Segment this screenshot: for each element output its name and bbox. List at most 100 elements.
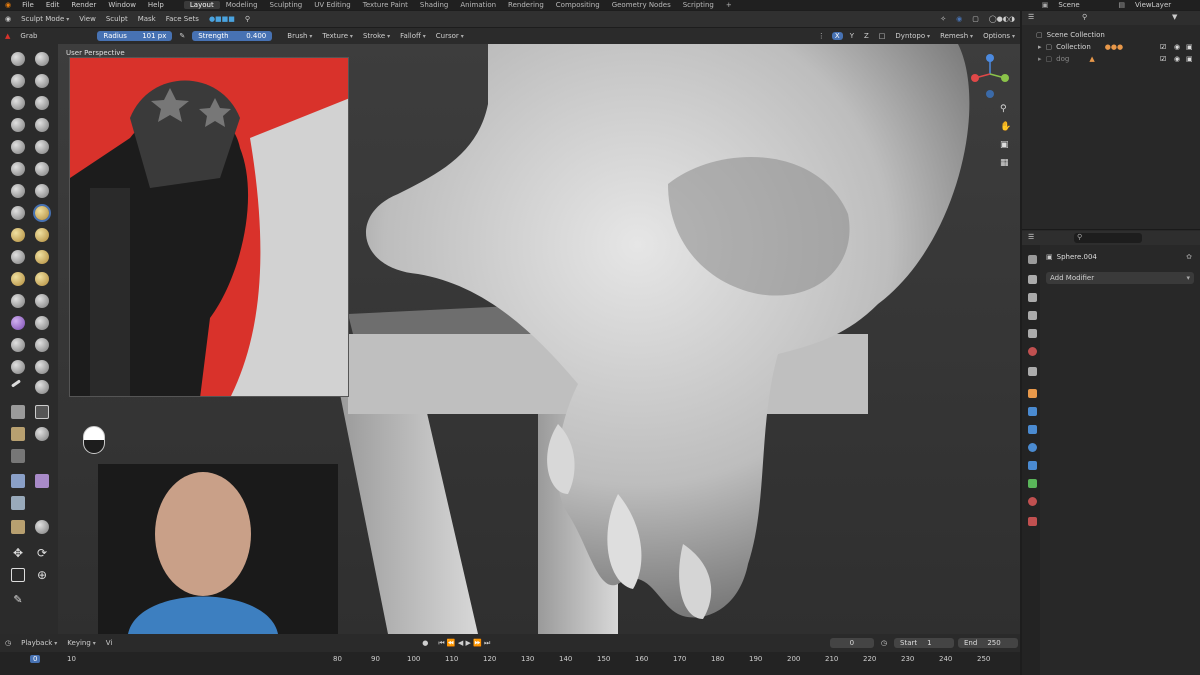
playback-menu[interactable]: Playback bbox=[16, 638, 62, 648]
symmetry-icon[interactable]: ⋮ bbox=[813, 31, 830, 41]
draw-sharp-brush-icon[interactable] bbox=[35, 52, 49, 66]
tab-layout[interactable]: Layout bbox=[183, 1, 220, 9]
xray-icon[interactable]: ▢ bbox=[967, 14, 984, 24]
camera-icon[interactable]: ▣ bbox=[1000, 140, 1009, 150]
box-hide-icon[interactable] bbox=[35, 405, 49, 419]
view-layer-name[interactable]: ViewLayer bbox=[1130, 0, 1200, 10]
axis-z-toggle[interactable]: Z bbox=[859, 31, 874, 41]
tab-rendering[interactable]: Rendering bbox=[502, 1, 550, 9]
radius-field[interactable]: Radius 101 px bbox=[97, 31, 173, 41]
outliner-scene-collection[interactable]: ▢ Scene Collection bbox=[1022, 29, 1200, 40]
tab-shading[interactable]: Shading bbox=[414, 1, 454, 9]
frame-marker[interactable]: 0 bbox=[30, 655, 41, 663]
smear-brush-icon[interactable] bbox=[35, 380, 49, 394]
tab-animation[interactable]: Animation bbox=[454, 1, 502, 9]
mesh-filter-icon[interactable] bbox=[11, 474, 25, 488]
shading-modes-icon[interactable]: ◯●◐◑ bbox=[984, 14, 1020, 24]
rotate-brush-icon[interactable] bbox=[35, 272, 49, 286]
cloth-filter-icon[interactable] bbox=[35, 474, 49, 488]
move-tool-icon[interactable]: ✥ bbox=[11, 546, 25, 560]
start-frame-field[interactable]: Start 1 bbox=[894, 638, 954, 648]
multires-displacement-smear-icon[interactable] bbox=[35, 360, 49, 374]
draw-brush-icon[interactable] bbox=[11, 52, 25, 66]
tab-geometry-nodes[interactable]: Geometry Nodes bbox=[606, 1, 677, 9]
object-tab-icon[interactable] bbox=[1028, 389, 1037, 398]
dog-checkbox[interactable]: ☑ bbox=[1160, 55, 1166, 63]
dyntopo-menu[interactable]: Dyntopo bbox=[890, 31, 935, 41]
inflate-brush-icon[interactable] bbox=[11, 118, 25, 132]
collection-camera-icon[interactable]: ▣ bbox=[1186, 43, 1193, 51]
axis-y-toggle[interactable]: Y bbox=[845, 31, 859, 41]
particles-tab-icon[interactable] bbox=[1028, 425, 1037, 434]
box-mask-icon[interactable] bbox=[11, 405, 25, 419]
menu-falloff[interactable]: Falloff bbox=[395, 31, 431, 41]
view-layer-tab-icon[interactable] bbox=[1028, 311, 1037, 320]
world-tab-icon[interactable] bbox=[1028, 347, 1037, 356]
output-tab-icon[interactable] bbox=[1028, 293, 1037, 302]
scene-name[interactable]: Scene bbox=[1053, 0, 1113, 10]
tab-compositing[interactable]: Compositing bbox=[550, 1, 606, 9]
transform-tool-icon[interactable]: ⊕ bbox=[35, 568, 49, 582]
fill-brush-icon[interactable] bbox=[35, 162, 49, 176]
properties-editor-icon[interactable]: ☰ bbox=[1028, 233, 1034, 241]
tab-modeling[interactable]: Modeling bbox=[220, 1, 264, 9]
dog-camera-icon[interactable]: ▣ bbox=[1186, 55, 1193, 63]
outliner-collection[interactable]: ▸ ▢ Collection ●●● ☑ ◉ ▣ bbox=[1022, 41, 1200, 52]
remesh-menu[interactable]: Remesh bbox=[935, 31, 978, 41]
pressure-icon[interactable]: ✎ bbox=[174, 31, 190, 41]
outliner-editor-icon[interactable]: ☰ bbox=[1028, 13, 1034, 21]
dyntopo-checkbox[interactable]: □ bbox=[874, 31, 891, 41]
modifier-wrench-icon[interactable] bbox=[1028, 407, 1037, 416]
clay-strips-brush-icon[interactable] bbox=[35, 74, 49, 88]
collection-eye-icon[interactable]: ◉ bbox=[1174, 43, 1180, 51]
navigation-gizmo[interactable] bbox=[960, 50, 1020, 110]
menu-brush[interactable]: Brush bbox=[282, 31, 317, 41]
mode-selector[interactable]: Sculpt Mode bbox=[16, 14, 74, 24]
add-modifier-button[interactable]: Add Modifier ▾ bbox=[1046, 272, 1194, 284]
smooth-brush-icon[interactable] bbox=[35, 140, 49, 154]
multiplane-scrape-brush-icon[interactable] bbox=[35, 184, 49, 198]
menu-file[interactable]: File bbox=[16, 1, 40, 9]
playback-controls[interactable]: ⏮ ⏪ ◀ ▶ ⏩ ⏭ bbox=[433, 638, 495, 649]
gizmo-icon[interactable]: ✧ bbox=[935, 14, 951, 24]
layer-brush-icon[interactable] bbox=[35, 96, 49, 110]
end-frame-field[interactable]: End 250 bbox=[958, 638, 1018, 648]
toggle-icon[interactable] bbox=[83, 426, 105, 454]
physics-tab-icon[interactable] bbox=[1028, 443, 1037, 452]
view-menu[interactable]: Vi bbox=[101, 638, 118, 648]
data-tab-icon[interactable] bbox=[1028, 479, 1037, 488]
constraints-tab-icon[interactable] bbox=[1028, 461, 1037, 470]
tab-texture-paint[interactable]: Texture Paint bbox=[357, 1, 414, 9]
keying-menu[interactable]: Keying bbox=[62, 638, 100, 648]
scrape-brush-icon[interactable] bbox=[11, 184, 25, 198]
menu-cursor[interactable]: Cursor bbox=[431, 31, 469, 41]
cloth-brush-icon[interactable] bbox=[11, 316, 25, 330]
blob-brush-icon[interactable] bbox=[35, 118, 49, 132]
zoom-icon[interactable]: ⚲ bbox=[1000, 104, 1007, 114]
elastic-deform-brush-icon[interactable] bbox=[11, 228, 25, 242]
simplify-brush-icon[interactable] bbox=[35, 316, 49, 330]
multires-displacement-eraser-icon[interactable] bbox=[11, 360, 25, 374]
search-icon[interactable]: ⚲ bbox=[240, 14, 255, 24]
blender-logo-icon[interactable]: ◉ bbox=[0, 0, 16, 10]
crease-brush-icon[interactable] bbox=[11, 140, 25, 154]
slide-relax-brush-icon[interactable] bbox=[11, 294, 25, 308]
annotate-tool-icon[interactable]: ✎ bbox=[11, 593, 25, 607]
texture-tab-icon[interactable] bbox=[1028, 517, 1037, 526]
axis-x-toggle[interactable]: X bbox=[831, 32, 843, 40]
menu-edit[interactable]: Edit bbox=[40, 1, 66, 9]
flatten-brush-icon[interactable] bbox=[11, 162, 25, 176]
grab-brush-icon[interactable] bbox=[35, 206, 49, 220]
menu-texture[interactable]: Texture bbox=[317, 31, 358, 41]
box-face-set-icon[interactable] bbox=[11, 427, 25, 441]
rotate-tool-icon[interactable]: ⟳ bbox=[35, 546, 49, 560]
object-name[interactable]: Sphere.004 bbox=[1057, 253, 1097, 261]
mask-by-color-icon[interactable] bbox=[35, 520, 49, 534]
header-sculpt[interactable]: Sculpt bbox=[101, 14, 133, 24]
outliner-dog[interactable]: ▸ ▢ dog ▲ ☑ ◉ ▣ bbox=[1022, 53, 1200, 64]
clay-thumb-brush-icon[interactable] bbox=[11, 96, 25, 110]
color-filter-icon[interactable] bbox=[11, 496, 25, 510]
collection-tab-icon[interactable] bbox=[1028, 367, 1037, 376]
snake-hook-brush-icon[interactable] bbox=[35, 228, 49, 242]
clay-brush-icon[interactable] bbox=[11, 74, 25, 88]
